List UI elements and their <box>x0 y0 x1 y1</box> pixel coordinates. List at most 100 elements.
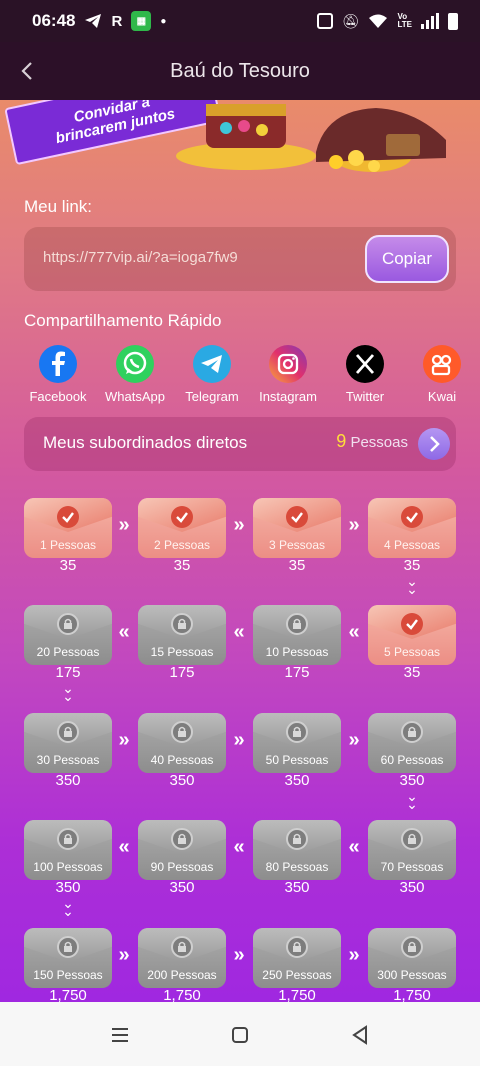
chest-reward: 35 <box>59 557 77 574</box>
chest-label: 10 Pessoas <box>265 645 329 659</box>
arrow-left-icon: « <box>118 621 130 643</box>
app-notification-icon: ▦ <box>131 11 152 31</box>
chest-label: 15 Pessoas <box>150 645 214 659</box>
chest-reward: 350 <box>169 772 195 789</box>
check-icon <box>401 613 423 635</box>
lock-icon <box>57 721 79 743</box>
x-icon <box>346 345 384 383</box>
signal-icon <box>421 13 439 29</box>
lock-icon <box>286 828 308 850</box>
chevron-right-icon[interactable] <box>418 428 450 460</box>
arrow-left-icon: « <box>233 621 245 643</box>
share-twitter[interactable]: Twitter <box>325 345 405 404</box>
chest-reward: 1,750 <box>278 987 316 1002</box>
chest-label: 40 Pessoas <box>150 753 214 767</box>
mute-icon: 🔕︎ <box>341 12 360 29</box>
copy-button[interactable]: Copiar <box>365 235 449 283</box>
arrow-right-icon: » <box>118 729 130 751</box>
kwai-icon <box>423 345 461 383</box>
treasure-chest[interactable]: 300 Pessoas <box>368 928 456 988</box>
arrow-down-icon: ⌄ ⌄ <box>62 680 74 704</box>
home-icon[interactable] <box>225 1020 255 1050</box>
telegram-status-icon <box>85 14 102 28</box>
chest-label: 3 Pessoas <box>268 538 326 552</box>
subordinates-bar[interactable]: Meus subordinados diretos 9 Pessoas <box>24 417 456 471</box>
share-telegram[interactable]: Telegram <box>172 345 252 404</box>
lock-icon <box>171 936 193 958</box>
treasure-chest[interactable]: 4 Pessoas <box>368 498 456 558</box>
chest-reward: 35 <box>288 557 306 574</box>
chest-label: 90 Pessoas <box>150 860 214 874</box>
main-content: Convidar a brincarem juntos Meu link: ht… <box>0 100 480 1002</box>
chest-label: 80 Pessoas <box>265 860 329 874</box>
check-icon <box>171 506 193 528</box>
chest-reward: 350 <box>169 879 195 896</box>
chest-reward: 35 <box>173 557 191 574</box>
chest-label: 4 Pessoas <box>383 538 441 552</box>
treasure-chest[interactable]: 30 Pessoas <box>24 713 112 773</box>
chest-reward: 350 <box>55 879 81 896</box>
treasure-chest-image <box>176 104 446 172</box>
arrow-left-icon: « <box>348 836 360 858</box>
dot-icon: ● <box>160 15 167 27</box>
chest-label: 70 Pessoas <box>380 860 444 874</box>
treasure-chest[interactable]: 70 Pessoas <box>368 820 456 880</box>
treasure-chest[interactable]: 150 Pessoas <box>24 928 112 988</box>
arrow-right-icon: » <box>233 944 245 966</box>
my-link-label: Meu link: <box>24 197 93 216</box>
chest-label: 30 Pessoas <box>36 753 100 767</box>
chest-reward: 35 <box>403 557 421 574</box>
referral-link[interactable]: https://777vip.ai/?a=ioga7fw9 <box>43 249 238 266</box>
treasure-chest[interactable]: 50 Pessoas <box>253 713 341 773</box>
treasure-chest[interactable]: 200 Pessoas <box>138 928 226 988</box>
nfc-icon <box>316 13 333 29</box>
check-icon <box>401 506 423 528</box>
lock-icon <box>401 828 423 850</box>
lock-icon <box>401 936 423 958</box>
chest-reward: 350 <box>284 879 310 896</box>
page-title: Baú do Tesouro <box>170 59 310 82</box>
chest-reward: 350 <box>399 879 425 896</box>
treasure-chest[interactable]: 3 Pessoas <box>253 498 341 558</box>
treasure-chest[interactable]: 60 Pessoas <box>368 713 456 773</box>
treasure-chest[interactable]: 80 Pessoas <box>253 820 341 880</box>
battery-icon <box>448 12 458 30</box>
share-instagram[interactable]: Instagram <box>248 345 328 404</box>
treasure-chest[interactable]: 100 Pessoas <box>24 820 112 880</box>
arrow-right-icon: » <box>233 514 245 536</box>
chest-reward: 35 <box>403 664 421 681</box>
treasure-chest[interactable]: 15 Pessoas <box>138 605 226 665</box>
arrow-right-icon: » <box>233 729 245 751</box>
treasure-chest[interactable]: 2 Pessoas <box>138 498 226 558</box>
lock-icon <box>171 828 193 850</box>
chest-label: 60 Pessoas <box>380 753 444 767</box>
treasure-chest[interactable]: 40 Pessoas <box>138 713 226 773</box>
treasure-chest[interactable]: 10 Pessoas <box>253 605 341 665</box>
share-whatsapp[interactable]: WhatsApp <box>95 345 175 404</box>
share-facebook[interactable]: Facebook <box>18 345 98 404</box>
back-arrow-icon[interactable] <box>14 57 42 85</box>
r-app-icon: R <box>111 12 123 30</box>
share-kwai[interactable]: Kwai <box>402 345 480 404</box>
chest-reward: 350 <box>399 772 425 789</box>
chest-reward: 1,750 <box>49 987 87 1002</box>
treasure-chest[interactable]: 250 Pessoas <box>253 928 341 988</box>
share-row: Facebook WhatsApp Telegram Instagram Twi… <box>0 345 480 415</box>
back-nav-icon[interactable] <box>345 1020 375 1050</box>
chest-label: 200 Pessoas <box>147 968 217 982</box>
treasure-chest[interactable]: 20 Pessoas <box>24 605 112 665</box>
chest-label: 1 Pessoas <box>39 538 97 552</box>
arrow-down-icon: ⌄ ⌄ <box>62 895 74 919</box>
wifi-icon <box>369 14 388 28</box>
arrow-down-icon: ⌄ ⌄ <box>406 788 418 812</box>
chest-reward: 175 <box>169 664 195 681</box>
treasure-chest[interactable]: 90 Pessoas <box>138 820 226 880</box>
treasure-chest[interactable]: 5 Pessoas <box>368 605 456 665</box>
telegram-icon <box>193 345 231 383</box>
check-icon <box>57 506 79 528</box>
treasure-chest[interactable]: 1 Pessoas <box>24 498 112 558</box>
menu-icon[interactable] <box>105 1020 135 1050</box>
lock-icon <box>286 613 308 635</box>
chest-reward: 175 <box>55 664 81 681</box>
arrow-left-icon: « <box>233 836 245 858</box>
